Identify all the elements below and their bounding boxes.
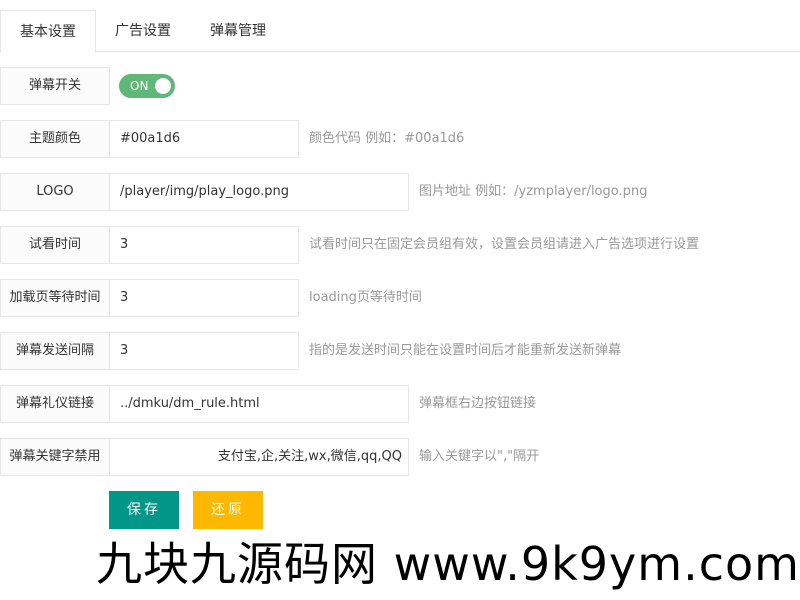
trial-time-label: 试看时间 bbox=[0, 226, 110, 264]
send-interval-hint: 指的是发送时间只能在设置时间后才能重新发送新弹幕 bbox=[309, 343, 622, 358]
tab-basic-settings[interactable]: 基本设置 bbox=[0, 10, 96, 53]
save-button[interactable]: 保存 bbox=[109, 491, 179, 529]
settings-page: 基本设置 广告设置 弹幕管理 弹幕开关 ON 主题颜色 #00a1d6 颜色代码… bbox=[0, 0, 800, 600]
logo-input[interactable]: /player/img/play_logo.png bbox=[109, 173, 409, 211]
etiquette-link-row: 弹幕礼仪链接 ../dmku/dm_rule.html 弹幕框右边按钮链接 bbox=[0, 385, 800, 423]
logo-row: LOGO /player/img/play_logo.png 图片地址 例如：/… bbox=[0, 173, 800, 211]
loading-wait-input[interactable]: 3 bbox=[109, 279, 299, 317]
etiquette-link-input[interactable]: ../dmku/dm_rule.html bbox=[109, 385, 409, 423]
theme-color-label: 主题颜色 bbox=[0, 120, 110, 158]
reset-button[interactable]: 还原 bbox=[193, 491, 263, 529]
logo-label: LOGO bbox=[0, 173, 110, 211]
switch-state-text: ON bbox=[130, 79, 149, 93]
danmaku-switch-toggle[interactable]: ON bbox=[119, 74, 175, 98]
loading-wait-hint: loading页等待时间 bbox=[309, 290, 422, 305]
banned-keywords-input[interactable]: 支付宝,企,关注,wx,微信,qq,QQ bbox=[109, 438, 409, 476]
trial-time-row: 试看时间 3 试看时间只在固定会员组有效，设置会员组请进入广告选项进行设置 bbox=[0, 226, 800, 264]
etiquette-link-hint: 弹幕框右边按钮链接 bbox=[419, 396, 537, 411]
switch-knob bbox=[155, 78, 171, 94]
logo-hint: 图片地址 例如：/yzmplayer/logo.png bbox=[419, 184, 648, 199]
trial-time-hint: 试看时间只在固定会员组有效，设置会员组请进入广告选项进行设置 bbox=[309, 237, 700, 252]
etiquette-link-label: 弹幕礼仪链接 bbox=[0, 385, 110, 423]
banned-keywords-hint: 输入关键字以","隔开 bbox=[419, 449, 540, 464]
theme-color-row: 主题颜色 #00a1d6 颜色代码 例如：#00a1d6 bbox=[0, 120, 800, 158]
watermark-text: 九块九源码网 www.9k9ym.com bbox=[96, 537, 800, 591]
send-interval-row: 弹幕发送间隔 3 指的是发送时间只能在设置时间后才能重新发送新弹幕 bbox=[0, 332, 800, 370]
tab-ad-settings[interactable]: 广告设置 bbox=[96, 10, 190, 52]
send-interval-input[interactable]: 3 bbox=[109, 332, 299, 370]
loading-wait-label: 加载页等待时间 bbox=[0, 279, 110, 317]
loading-wait-row: 加载页等待时间 3 loading页等待时间 bbox=[0, 279, 800, 317]
danmaku-switch-label: 弹幕开关 bbox=[0, 67, 110, 105]
banned-keywords-label: 弹幕关键字禁用 bbox=[0, 438, 110, 476]
tab-danmaku-management[interactable]: 弹幕管理 bbox=[190, 10, 286, 52]
settings-tabs: 基本设置 广告设置 弹幕管理 bbox=[0, 10, 800, 53]
trial-time-input[interactable]: 3 bbox=[109, 226, 299, 264]
banned-keywords-row: 弹幕关键字禁用 支付宝,企,关注,wx,微信,qq,QQ 输入关键字以","隔开 bbox=[0, 438, 800, 476]
send-interval-label: 弹幕发送间隔 bbox=[0, 332, 110, 370]
theme-color-input[interactable]: #00a1d6 bbox=[109, 120, 299, 158]
danmaku-switch-row: 弹幕开关 ON bbox=[0, 67, 800, 105]
theme-color-hint: 颜色代码 例如：#00a1d6 bbox=[309, 131, 465, 146]
